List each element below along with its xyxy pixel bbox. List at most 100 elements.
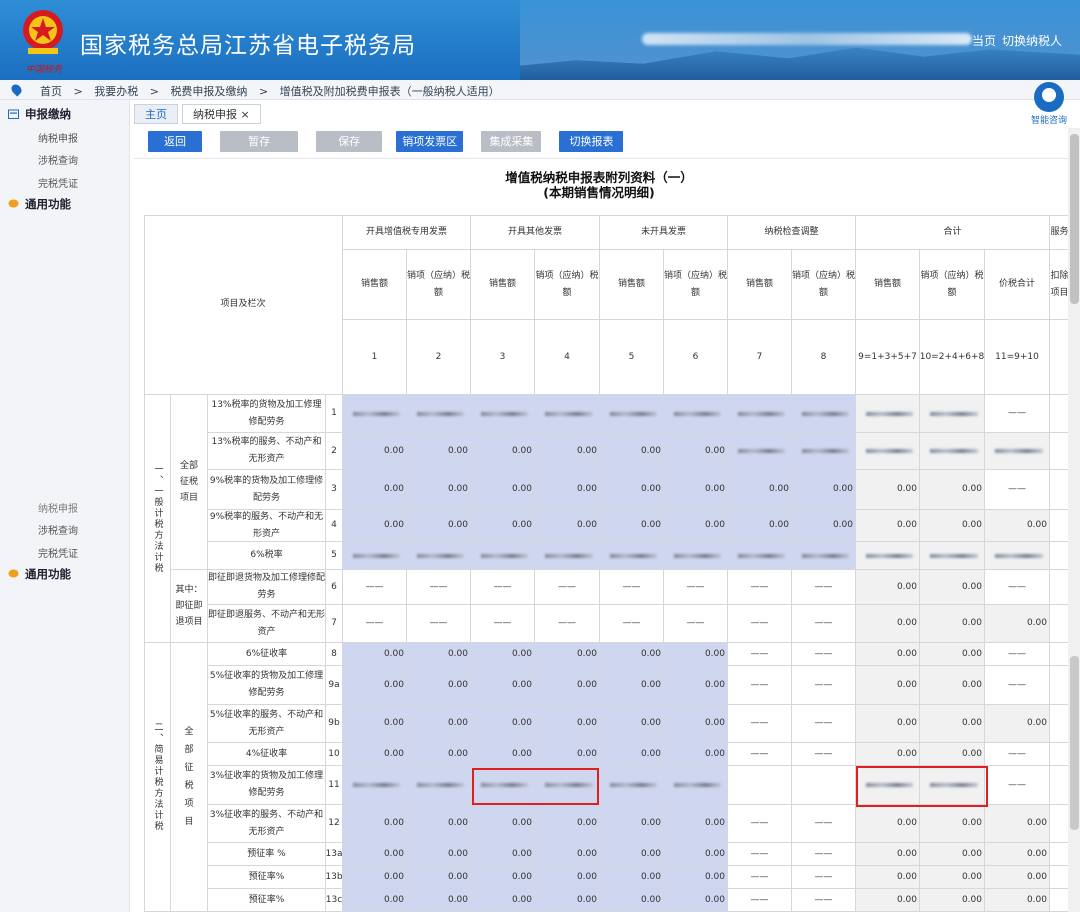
amount-cell[interactable]: 0.00 — [343, 843, 407, 866]
amount-cell[interactable]: 0.00 — [600, 643, 664, 666]
amount-cell[interactable] — [792, 395, 856, 433]
amount-cell: —— — [728, 805, 792, 843]
amount-cell[interactable]: 0.00 — [728, 510, 792, 542]
amount-cell: 0.00 — [920, 705, 985, 743]
amount-cell[interactable]: 0.00 — [535, 510, 600, 542]
amount-cell[interactable] — [792, 542, 856, 570]
amount-cell[interactable]: 0.00 — [600, 666, 664, 705]
amount-cell[interactable]: 0.00 — [600, 743, 664, 766]
amount-cell[interactable]: 0.00 — [343, 705, 407, 743]
amount-cell[interactable] — [664, 542, 728, 570]
amount-cell[interactable]: 0.00 — [664, 889, 728, 912]
amount-cell[interactable]: 0.00 — [407, 510, 471, 542]
amount-cell[interactable]: 0.00 — [407, 666, 471, 705]
amount-cell: —— — [407, 570, 471, 605]
amount-cell[interactable] — [728, 433, 792, 470]
amount-cell[interactable]: 0.00 — [535, 705, 600, 743]
amount-cell[interactable]: 0.00 — [535, 470, 600, 510]
amount-cell[interactable] — [471, 395, 535, 433]
amount-cell[interactable]: 0.00 — [407, 705, 471, 743]
amount-cell[interactable] — [664, 395, 728, 433]
amount-cell[interactable]: 0.00 — [471, 433, 535, 470]
amount-cell[interactable] — [407, 542, 471, 570]
amount-cell[interactable] — [728, 395, 792, 433]
amount-cell[interactable]: 0.00 — [343, 470, 407, 510]
amount-cell[interactable]: 0.00 — [407, 805, 471, 843]
amount-cell[interactable]: 0.00 — [471, 705, 535, 743]
amount-cell[interactable]: 0.00 — [664, 433, 728, 470]
amount-cell — [1050, 705, 1070, 743]
amount-cell[interactable] — [792, 433, 856, 470]
amount-cell[interactable]: 0.00 — [407, 843, 471, 866]
amount-cell[interactable]: 0.00 — [343, 866, 407, 889]
amount-cell[interactable]: 0.00 — [535, 433, 600, 470]
amount-cell[interactable] — [343, 766, 407, 805]
amount-cell[interactable]: 0.00 — [343, 510, 407, 542]
amount-cell[interactable]: 0.00 — [600, 433, 664, 470]
amount-cell[interactable]: 0.00 — [600, 510, 664, 542]
amount-cell[interactable]: 0.00 — [535, 743, 600, 766]
amount-cell[interactable]: 0.00 — [600, 889, 664, 912]
amount-cell[interactable]: 0.00 — [471, 889, 535, 912]
amount-cell[interactable]: 0.00 — [600, 470, 664, 510]
amount-cell[interactable] — [600, 542, 664, 570]
amount-cell[interactable]: 0.00 — [664, 666, 728, 705]
amount-cell[interactable]: 0.00 — [471, 805, 535, 843]
amount-cell[interactable]: 0.00 — [343, 643, 407, 666]
amount-cell[interactable]: 0.00 — [535, 889, 600, 912]
amount-cell[interactable] — [600, 766, 664, 805]
amount-cell[interactable]: 0.00 — [407, 643, 471, 666]
amount-cell[interactable]: 0.00 — [343, 805, 407, 843]
amount-cell[interactable]: 0.00 — [343, 889, 407, 912]
amount-cell[interactable]: 0.00 — [600, 805, 664, 843]
amount-cell[interactable]: 0.00 — [664, 643, 728, 666]
amount-cell[interactable] — [728, 542, 792, 570]
amount-cell[interactable]: 0.00 — [664, 805, 728, 843]
amount-cell[interactable]: 0.00 — [407, 889, 471, 912]
amount-cell[interactable]: 0.00 — [535, 643, 600, 666]
amount-cell[interactable]: 0.00 — [792, 470, 856, 510]
amount-cell[interactable] — [343, 542, 407, 570]
amount-cell[interactable] — [407, 766, 471, 805]
amount-cell[interactable]: 0.00 — [728, 470, 792, 510]
amount-cell[interactable]: 0.00 — [664, 510, 728, 542]
amount-cell[interactable] — [343, 395, 407, 433]
amount-cell[interactable] — [407, 395, 471, 433]
amount-cell[interactable]: 0.00 — [664, 866, 728, 889]
amount-cell[interactable]: 0.00 — [471, 470, 535, 510]
amount-cell[interactable]: 0.00 — [792, 510, 856, 542]
amount-cell[interactable]: 0.00 — [407, 866, 471, 889]
amount-cell[interactable]: 0.00 — [343, 743, 407, 766]
amount-cell[interactable]: 0.00 — [343, 666, 407, 705]
amount-cell[interactable]: 0.00 — [407, 743, 471, 766]
amount-cell[interactable] — [535, 542, 600, 570]
amount-cell[interactable]: 0.00 — [535, 866, 600, 889]
amount-cell[interactable] — [664, 766, 728, 805]
amount-cell[interactable]: 0.00 — [407, 433, 471, 470]
amount-cell[interactable] — [471, 542, 535, 570]
amount-cell — [1050, 433, 1070, 470]
amount-cell[interactable]: 0.00 — [664, 843, 728, 866]
amount-cell[interactable]: 0.00 — [535, 666, 600, 705]
amount-cell[interactable]: 0.00 — [600, 705, 664, 743]
amount-cell[interactable]: 0.00 — [535, 805, 600, 843]
amount-cell[interactable]: 0.00 — [471, 510, 535, 542]
amount-cell[interactable]: 0.00 — [471, 843, 535, 866]
amount-cell[interactable]: 0.00 — [600, 843, 664, 866]
amount-cell[interactable]: 0.00 — [600, 866, 664, 889]
amount-cell[interactable]: 0.00 — [407, 470, 471, 510]
amount-cell[interactable]: 0.00 — [343, 433, 407, 470]
column-group-header: 纳税检查调整 — [728, 215, 856, 250]
amount-cell[interactable] — [535, 395, 600, 433]
scrollbar-thumb-ghost[interactable] — [1070, 656, 1079, 830]
scrollbar-thumb[interactable] — [1070, 134, 1079, 304]
amount-cell[interactable]: 0.00 — [471, 666, 535, 705]
amount-cell[interactable] — [600, 395, 664, 433]
amount-cell[interactable]: 0.00 — [535, 843, 600, 866]
amount-cell[interactable]: 0.00 — [664, 743, 728, 766]
amount-cell[interactable]: 0.00 — [471, 743, 535, 766]
amount-cell[interactable]: 0.00 — [471, 866, 535, 889]
amount-cell[interactable]: 0.00 — [471, 643, 535, 666]
amount-cell[interactable]: 0.00 — [664, 705, 728, 743]
amount-cell[interactable]: 0.00 — [664, 470, 728, 510]
